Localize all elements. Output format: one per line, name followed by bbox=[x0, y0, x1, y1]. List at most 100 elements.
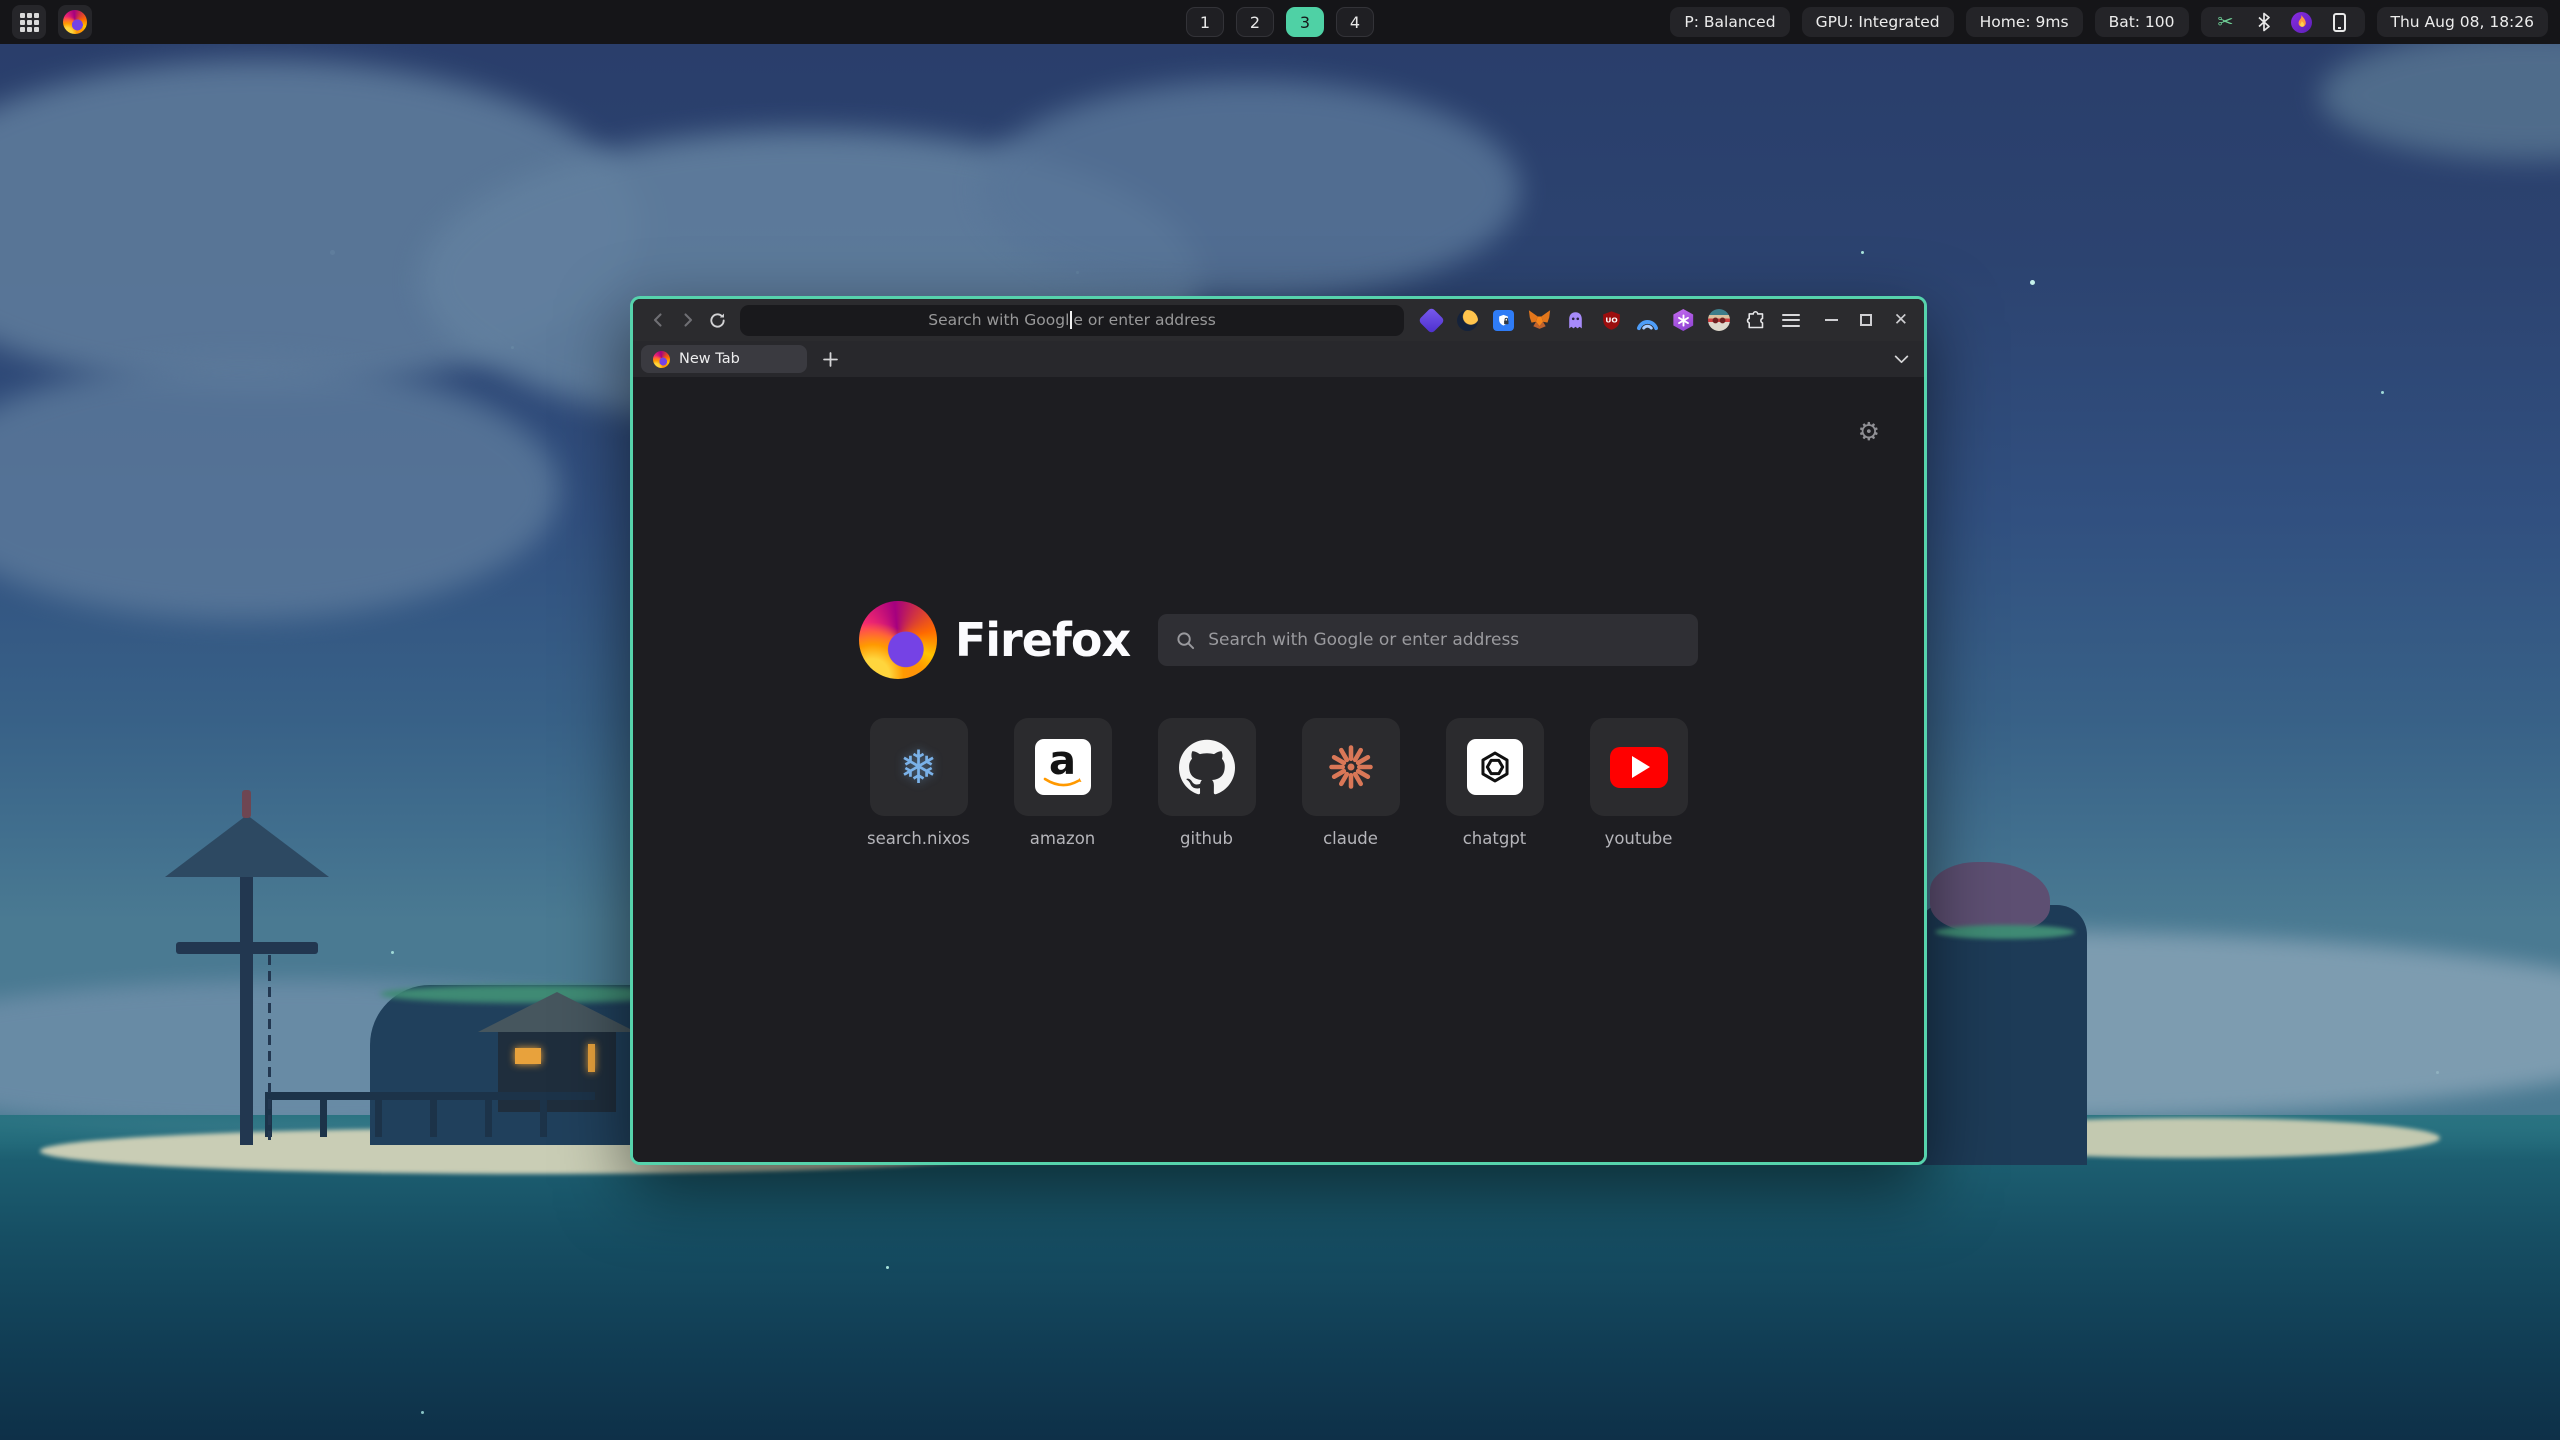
firefox-logo bbox=[859, 601, 937, 679]
ublock-letters: UO bbox=[1605, 315, 1617, 324]
urlbar-placeholder-after: e or enter address bbox=[1073, 311, 1215, 329]
metamask-extension-icon[interactable] bbox=[1526, 307, 1553, 334]
tab-bar: New Tab bbox=[633, 341, 1924, 377]
shortcut-chatgpt[interactable]: chatgpt bbox=[1423, 718, 1567, 848]
search-icon bbox=[1176, 631, 1195, 650]
hexagon-asterisk-extension-icon[interactable] bbox=[1670, 307, 1697, 334]
chatgpt-icon bbox=[1467, 739, 1523, 795]
url-bar[interactable]: Search with Google or enter address bbox=[740, 305, 1403, 336]
gpu-label: GPU: Integrated bbox=[1816, 13, 1940, 31]
vpn-arc-extension-icon[interactable] bbox=[1634, 307, 1661, 334]
extension-toolbar: UO bbox=[1418, 307, 1805, 334]
shortcut-search-nixos[interactable]: ❄ search.nixos bbox=[847, 718, 991, 848]
maximize-button[interactable] bbox=[1860, 314, 1872, 326]
phone-icon[interactable] bbox=[2329, 11, 2351, 33]
firefox-launcher-button[interactable] bbox=[58, 5, 92, 39]
watchtower-pole bbox=[240, 835, 253, 1145]
scissors-icon[interactable]: ✂ bbox=[2215, 11, 2237, 33]
reload-button[interactable] bbox=[703, 305, 733, 335]
tab-new-tab[interactable]: New Tab bbox=[641, 345, 807, 373]
watchtower-platform bbox=[176, 942, 318, 954]
cliff bbox=[1922, 905, 2087, 1165]
cloud bbox=[0, 360, 560, 620]
shortcut-claude[interactable]: claude bbox=[1279, 718, 1423, 848]
window-controls: ✕ bbox=[1825, 312, 1908, 329]
firefox-window: Search with Google or enter address bbox=[630, 296, 1927, 1165]
youtube-icon bbox=[1610, 747, 1668, 788]
gpu-widget[interactable]: GPU: Integrated bbox=[1802, 7, 1954, 37]
newtab-search-input[interactable]: Search with Google or enter address bbox=[1158, 614, 1698, 666]
workspace-switcher: 1 2 3 4 bbox=[1186, 0, 1374, 44]
shortcut-label: claude bbox=[1323, 829, 1378, 848]
firefox-favicon bbox=[653, 351, 670, 368]
shortcut-label: chatgpt bbox=[1463, 829, 1527, 848]
power-profile-widget[interactable]: P: Balanced bbox=[1670, 7, 1789, 37]
shortcut-grid: ❄ search.nixos a amazon github bbox=[847, 718, 1711, 848]
text-caret bbox=[1070, 311, 1072, 329]
tab-title: New Tab bbox=[679, 351, 740, 367]
container-shield-extension-icon[interactable] bbox=[1490, 307, 1517, 334]
system-tray: ✂ bbox=[2201, 7, 2365, 37]
clock-label: Thu Aug 08, 18:26 bbox=[2391, 13, 2534, 31]
workspace-button-2[interactable]: 2 bbox=[1236, 7, 1274, 37]
forward-button[interactable] bbox=[673, 305, 703, 335]
flame-icon[interactable] bbox=[2291, 11, 2313, 33]
darkmode-extension-icon[interactable] bbox=[1454, 307, 1481, 334]
battery-label: Bat: 100 bbox=[2109, 13, 2175, 31]
workspace-button-1[interactable]: 1 bbox=[1186, 7, 1224, 37]
amazon-icon: a bbox=[1035, 739, 1091, 795]
menu-hamburger-icon[interactable] bbox=[1778, 307, 1805, 334]
minimize-button[interactable] bbox=[1825, 319, 1838, 321]
hut-window bbox=[515, 1048, 541, 1064]
claude-icon bbox=[1325, 741, 1377, 793]
cliff-grass bbox=[1935, 925, 2075, 939]
firefox-wordmark: Firefox bbox=[955, 613, 1130, 667]
github-icon bbox=[1179, 739, 1235, 795]
bluetooth-icon[interactable] bbox=[2253, 11, 2275, 33]
grid-icon bbox=[20, 13, 39, 32]
personalize-gear-icon[interactable]: ⚙ bbox=[1858, 419, 1880, 444]
watchtower-ladder bbox=[268, 955, 271, 1140]
firefox-icon bbox=[63, 10, 87, 34]
shortcut-github[interactable]: github bbox=[1135, 718, 1279, 848]
back-button[interactable] bbox=[643, 305, 673, 335]
newtab-search-placeholder: Search with Google or enter address bbox=[1208, 630, 1519, 650]
app-launcher-button[interactable] bbox=[12, 5, 46, 39]
ping-widget[interactable]: Home: 9ms bbox=[1966, 7, 2083, 37]
avatar-extension-icon[interactable] bbox=[1706, 307, 1733, 334]
hut-window bbox=[588, 1044, 595, 1072]
watchtower-roof bbox=[165, 815, 329, 877]
pier-posts bbox=[265, 1092, 595, 1137]
ublock-origin-extension-icon[interactable]: UO bbox=[1598, 307, 1625, 334]
extensions-puzzle-icon[interactable] bbox=[1742, 307, 1769, 334]
shortcut-label: youtube bbox=[1605, 829, 1673, 848]
workspace-button-4[interactable]: 4 bbox=[1336, 7, 1374, 37]
new-tab-page: ⚙ Firefox Search with Google or enter ad… bbox=[633, 377, 1924, 1162]
new-tab-button[interactable] bbox=[815, 345, 845, 373]
shortcut-label: amazon bbox=[1030, 829, 1096, 848]
gem-extension-icon[interactable] bbox=[1418, 307, 1445, 334]
status-bar: 1 2 3 4 P: Balanced GPU: Integrated Home… bbox=[0, 0, 2560, 44]
shortcut-label: github bbox=[1180, 829, 1233, 848]
watchtower-finial bbox=[242, 790, 251, 818]
nixos-icon: ❄ bbox=[899, 744, 938, 790]
workspace-button-3-active[interactable]: 3 bbox=[1286, 7, 1324, 37]
status-widgets: P: Balanced GPU: Integrated Home: 9ms Ba… bbox=[1670, 7, 2548, 37]
ping-label: Home: 9ms bbox=[1980, 13, 2069, 31]
urlbar-placeholder-before: Search with Googl bbox=[928, 311, 1069, 329]
power-profile-label: P: Balanced bbox=[1684, 13, 1775, 31]
ghostery-extension-icon[interactable] bbox=[1562, 307, 1589, 334]
navigation-toolbar: Search with Google or enter address bbox=[633, 299, 1924, 341]
cliff-rocks bbox=[1930, 862, 2050, 932]
clock-widget[interactable]: Thu Aug 08, 18:26 bbox=[2377, 7, 2548, 37]
newtab-hero: Firefox Search with Google or enter addr… bbox=[633, 601, 1924, 679]
close-button[interactable]: ✕ bbox=[1894, 312, 1908, 329]
shortcut-amazon[interactable]: a amazon bbox=[991, 718, 1135, 848]
battery-widget[interactable]: Bat: 100 bbox=[2095, 7, 2189, 37]
shortcut-youtube[interactable]: youtube bbox=[1567, 718, 1711, 848]
hut-roof bbox=[478, 992, 636, 1032]
shortcut-label: search.nixos bbox=[867, 829, 970, 848]
cloud bbox=[2320, 30, 2560, 160]
list-all-tabs-button[interactable] bbox=[1886, 345, 1916, 373]
cloud bbox=[980, 80, 1520, 300]
